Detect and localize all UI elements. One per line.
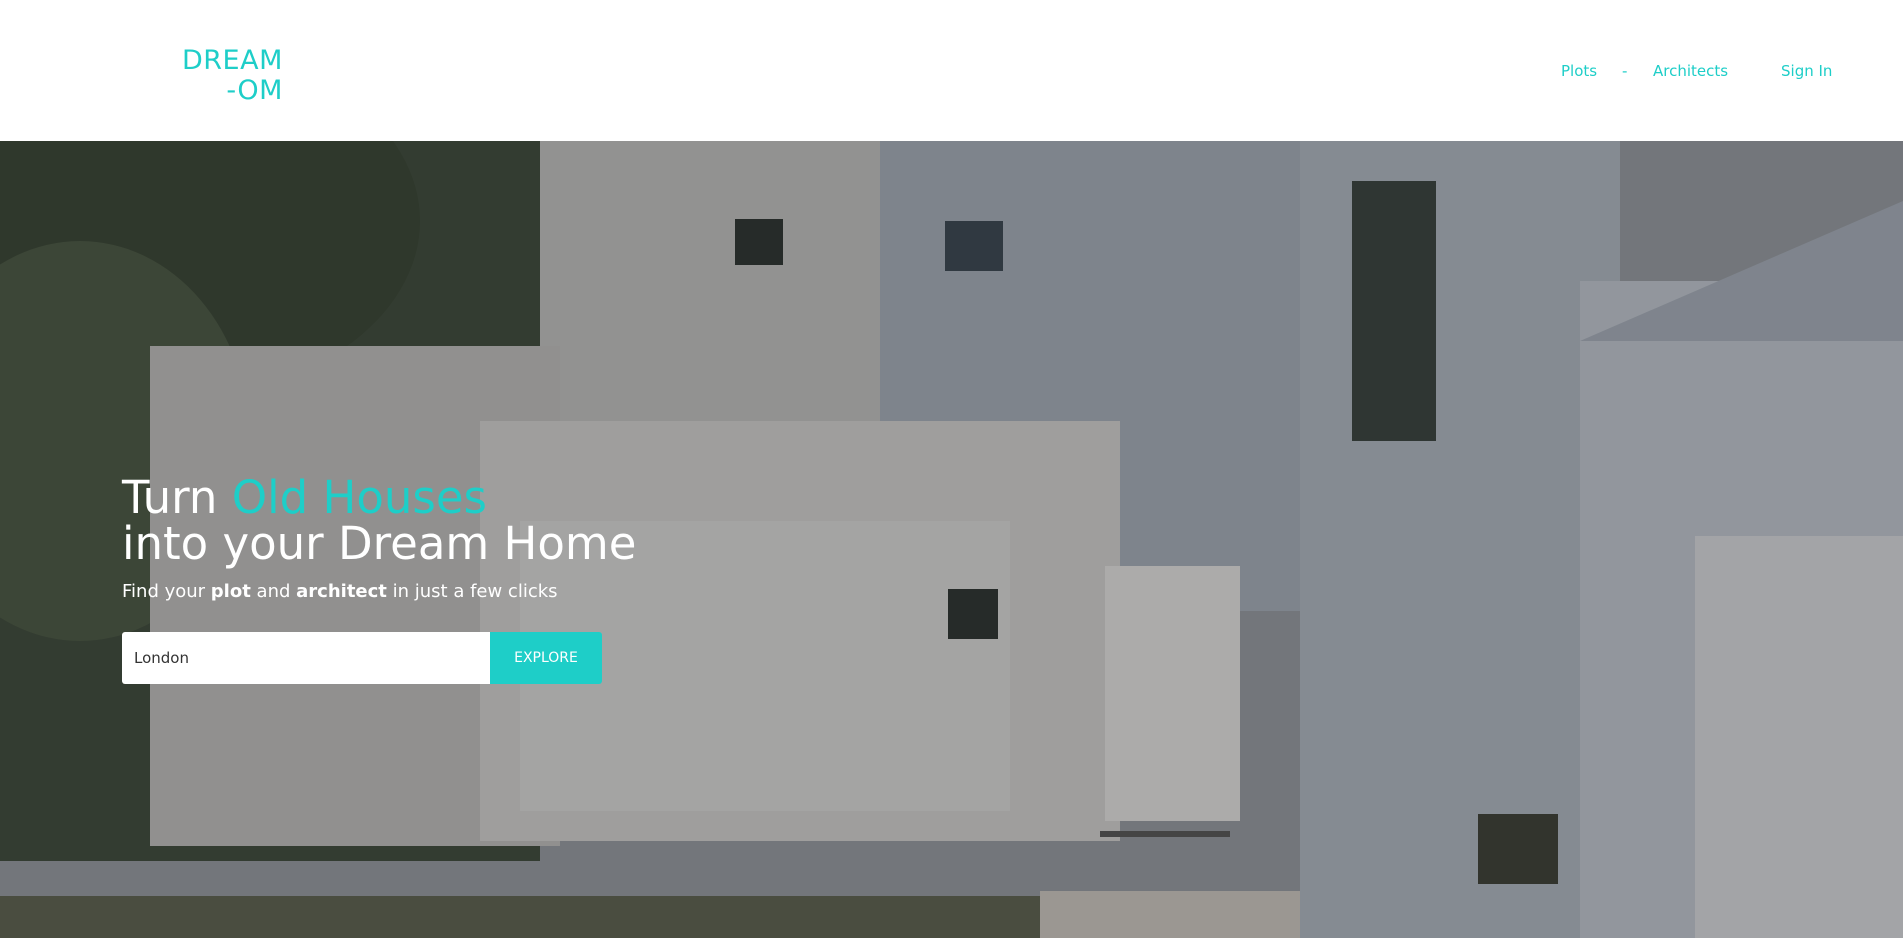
hero-headline: Turn Old Houses into your Dream Home	[122, 475, 636, 567]
search-form: EXPLORE	[122, 632, 602, 684]
hero-content: Turn Old Houses into your Dream Home Fin…	[122, 475, 636, 684]
subtitle-part-2: and	[250, 581, 297, 602]
subtitle-part-1: Find your	[122, 581, 211, 602]
headline-line-2: into your Dream Home	[122, 517, 637, 570]
subtitle-bold-plot: plot	[210, 581, 251, 602]
sign-in-link[interactable]: Sign In	[1781, 62, 1832, 80]
logo-line-1: DREAM	[182, 45, 283, 76]
hero-section: Turn Old Houses into your Dream Home Fin…	[0, 141, 1903, 938]
logo[interactable]: DREAM -OM	[182, 46, 283, 106]
explore-button[interactable]: EXPLORE	[490, 632, 602, 684]
nav-plots-link[interactable]: Plots	[1561, 62, 1597, 80]
subtitle-part-3: in just a few clicks	[386, 581, 558, 602]
hero-subtitle: Find your plot and architect in just a f…	[122, 581, 636, 602]
logo-line-2: -OM	[226, 75, 283, 106]
nav-separator: -	[1622, 62, 1628, 80]
nav-architects-link[interactable]: Architects	[1653, 62, 1728, 80]
subtitle-bold-architect: architect	[296, 581, 387, 602]
site-header: DREAM -OM Plots - Architects Sign In	[0, 0, 1903, 141]
location-search-input[interactable]	[122, 632, 490, 684]
